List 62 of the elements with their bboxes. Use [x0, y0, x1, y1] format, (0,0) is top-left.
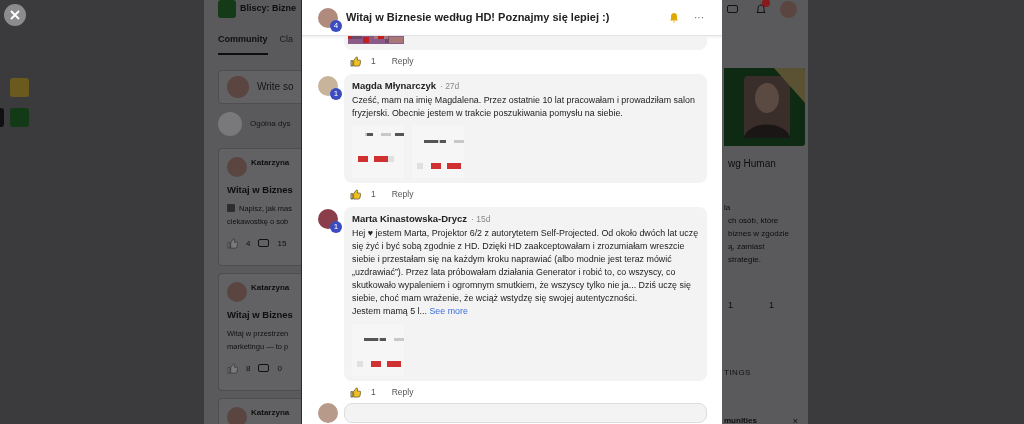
like-count: 4 [246, 237, 251, 250]
modal-title: Witaj w Biznesie według HD! Poznajmy się lepiej :) [346, 10, 611, 26]
comment-icon[interactable] [258, 239, 270, 249]
author-name: Katarzyna [251, 281, 290, 294]
thumbs-up-icon[interactable] [350, 55, 361, 67]
avatar [227, 406, 247, 424]
thumbs-up-icon[interactable] [350, 188, 361, 200]
thumbs-up-icon[interactable] [350, 386, 361, 398]
thumbs-up-icon[interactable] [227, 238, 238, 250]
description-line: biznes w zgodzie [727, 228, 790, 240]
post-title: Witaj w Biznes [227, 182, 294, 197]
community-name: wg Human [728, 157, 777, 171]
level-badge: 1 [330, 221, 342, 233]
avatar [318, 209, 338, 229]
panel-title: munities [724, 415, 757, 424]
description-line: strategie. [727, 254, 762, 266]
avatar [318, 403, 338, 423]
channel-icon [218, 111, 242, 136]
more-button[interactable]: ··· [694, 10, 704, 25]
description-line: ch osób, które [727, 215, 780, 227]
emoji-icon [227, 204, 235, 213]
like-count: 1 [371, 385, 376, 399]
avatar [318, 76, 338, 96]
community-logo [218, 0, 236, 18]
stat-value: 1 [769, 299, 775, 312]
author-name[interactable]: Magda Młynarczyk [352, 80, 436, 92]
avatar [318, 7, 338, 28]
section-heading: TINGS [724, 366, 752, 379]
comment-field[interactable] [344, 403, 707, 423]
comment-text: Cześć, mam na imię Magdalena. Przez ostatnie 10 lat pracowałam i prowadziłam salon fryzjerski. Obecnie jestem w trakcie poszukiwania pomysłu na siebie. [352, 94, 696, 120]
avatar [227, 75, 249, 98]
author-name[interactable]: Marta Kinastowska-Drycz [352, 213, 468, 225]
reply-button[interactable]: Reply [391, 385, 414, 399]
comment-time: · 27d [439, 80, 460, 92]
post-title: Witaj w Biznes [227, 307, 294, 322]
comment-count: 15 [277, 237, 287, 250]
close-button[interactable] [4, 4, 26, 26]
avatar [227, 156, 247, 177]
reply-button[interactable]: Reply [391, 54, 414, 68]
description-line: la [724, 202, 732, 214]
stat-value: 1 [728, 299, 733, 312]
notification-badge [762, 0, 770, 7]
level-badge: 1 [330, 88, 342, 100]
composer-placeholder: Write so [257, 80, 294, 94]
bell-icon[interactable] [756, 3, 766, 15]
community-name: Bliscy: Bizne [240, 2, 297, 16]
description-line: ą, zamiast [727, 241, 766, 253]
thumbs-up-icon[interactable] [227, 363, 238, 375]
author-name: Katarzyna [251, 406, 290, 419]
comment-time: · 15d [471, 213, 491, 225]
close-icon [9, 9, 21, 21]
avatar [227, 281, 247, 302]
comment-text: Hej ♥ jestem Marta, Projektor 6/2 z autorytetem Self-Projected. Od około dwóch lat uczę się żyć i być sobą zgodnie z HD. Dzięki HD zaakceptowałam i zrozumiałam wreszcie siebie i przestałam się na każdym kroku naprawiać (albo modnie jest teraz mówić „uzdrawiać”). Przez lata próbowałam działania Generator i robić to, co wszyscy, co skutkowało wypaleniem i ogromnym smutkiem, że wszyscy tylko nie ja... Dziś uczę się siebie, choć mam wrażenie, że wciąż wstydzę się swojej autentyczności. Jestem mamą 5 l... See more [352, 227, 699, 318]
like-count: 1 [371, 54, 376, 68]
like-count: 8 [246, 362, 251, 375]
comment-icon[interactable] [258, 364, 270, 374]
reply-button[interactable]: Reply [391, 187, 414, 201]
see-more-link[interactable]: See more [429, 306, 468, 316]
bell-icon[interactable] [669, 12, 679, 23]
like-count: 1 [371, 187, 376, 201]
chat-icon[interactable] [727, 4, 738, 14]
author-name: Katarzyna [251, 156, 290, 169]
